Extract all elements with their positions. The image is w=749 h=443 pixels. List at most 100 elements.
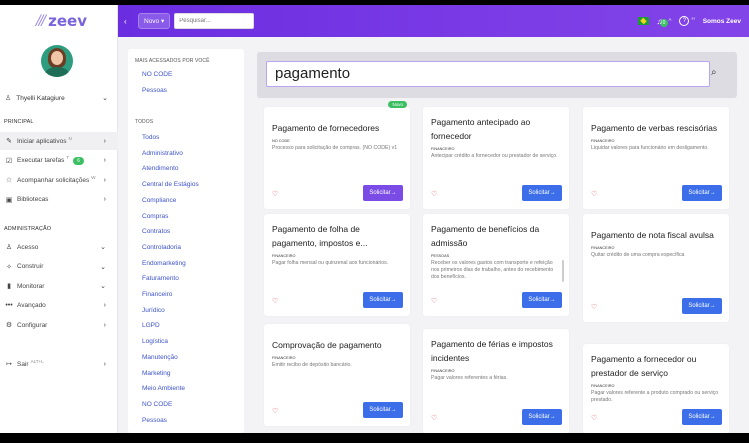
heart-icon[interactable]: ♡ bbox=[431, 297, 437, 305]
topbar: ‹ Novo ▾ ♫0A ?H Somos Zeev bbox=[118, 5, 749, 37]
most-accessed-link[interactable]: NO CODE bbox=[142, 71, 172, 78]
most-accessed-label: MAIS ACESSADOS POR VOCÊ bbox=[135, 58, 210, 64]
bell-icon: ♫ bbox=[656, 16, 663, 26]
sidebar-item-monitorar[interactable]: ▮ Monitorar ⌄ bbox=[0, 277, 118, 295]
chevron-down-icon: ⌄ bbox=[100, 244, 106, 251]
category-link[interactable]: NO CODE bbox=[142, 401, 172, 408]
process-card[interactable]: Pagamento de nota fiscal avulsa FINANCEIR… bbox=[583, 214, 729, 322]
heart-icon[interactable]: ♡ bbox=[591, 190, 597, 198]
category-link[interactable]: Atendimento bbox=[142, 165, 179, 172]
global-search-input[interactable] bbox=[174, 13, 255, 29]
category-link[interactable]: Financeiro bbox=[142, 291, 172, 298]
rocket-icon: ✎ bbox=[6, 138, 12, 145]
chevron-right-icon: › bbox=[103, 302, 106, 309]
notifications[interactable]: ♫0A bbox=[656, 16, 671, 27]
card-title: Comprovação de pagamento bbox=[272, 340, 382, 350]
category-link[interactable]: Jurídico bbox=[142, 307, 165, 314]
solicitar-button[interactable]: Solicitar→ bbox=[682, 185, 722, 201]
all-label: TODOS bbox=[135, 119, 154, 125]
category-link[interactable]: Contratos bbox=[142, 228, 170, 235]
solicitar-button[interactable]: Solicitar→ bbox=[363, 185, 403, 201]
card-title: Pagamento de folha de pagamento, imposto… bbox=[272, 224, 368, 248]
process-card[interactable]: Pagamento antecipado ao fornecedor FINANC… bbox=[423, 107, 569, 209]
logout-button[interactable]: ↦ Sair ALT+L › bbox=[0, 355, 118, 373]
process-card[interactable]: Pagamento de benefícios da admissão PESSO… bbox=[423, 214, 569, 316]
category-link[interactable]: Administrativo bbox=[142, 150, 183, 157]
sidebar-item-acesso[interactable]: ♙ Acesso ⌄ bbox=[0, 238, 118, 256]
avatar[interactable] bbox=[41, 45, 73, 77]
process-card[interactable]: Pagamento de folha de pagamento, imposto… bbox=[264, 214, 410, 316]
card-description: Pagar folha mensal ou quinzenal aos func… bbox=[272, 260, 389, 266]
solicitar-button[interactable]: Solicitar→ bbox=[522, 409, 562, 425]
category-link[interactable]: Todos bbox=[142, 134, 159, 141]
help[interactable]: ? H bbox=[679, 16, 695, 26]
section-admin: ADMINISTRAÇÃO bbox=[4, 226, 52, 232]
card-category: FINANCEIRO bbox=[591, 139, 615, 143]
collapse-sidebar-icon[interactable]: ‹ bbox=[124, 17, 134, 26]
card-title: Pagamento de benefícios da admissão bbox=[431, 224, 540, 248]
sidebar-item-avancado[interactable]: ••• Avançado › bbox=[0, 297, 118, 315]
solicitar-button[interactable]: Solicitar→ bbox=[682, 298, 722, 314]
card-category: FINANCEIRO bbox=[431, 147, 455, 151]
heart-icon[interactable]: ♡ bbox=[272, 190, 278, 198]
solicitar-button[interactable]: Solicitar→ bbox=[363, 292, 403, 308]
category-link[interactable]: Marketing bbox=[142, 370, 171, 377]
sidebar-item-iniciar-aplicativos[interactable]: ✎ Iniciar aplicativos N › bbox=[0, 132, 118, 150]
chevron-down-icon: ⌄ bbox=[102, 95, 108, 102]
heart-icon[interactable]: ♡ bbox=[272, 297, 278, 305]
chevron-right-icon: › bbox=[103, 321, 106, 329]
chevron-right-icon: › bbox=[103, 157, 106, 164]
solicitar-button[interactable]: Solicitar→ bbox=[682, 409, 722, 425]
category-link[interactable]: Compras bbox=[142, 213, 168, 220]
brazil-flag-icon[interactable] bbox=[637, 17, 649, 25]
category-link[interactable]: Controladoria bbox=[142, 244, 181, 251]
process-card[interactable]: Pagamento de férias e impostos incidente… bbox=[423, 329, 569, 433]
new-badge: Novo bbox=[388, 101, 407, 108]
task-count-badge: 6 bbox=[73, 156, 84, 165]
process-card[interactable]: Pagamento a fornecedor ou prestador de s… bbox=[583, 344, 729, 433]
search-input[interactable]: pagamento bbox=[266, 61, 710, 87]
description-scrollbar[interactable] bbox=[562, 260, 564, 282]
most-accessed-link[interactable]: Pessoas bbox=[142, 87, 167, 94]
sidebar-item-executar-tarefas[interactable]: ☑ Executar tarefas T 6 › bbox=[0, 152, 118, 170]
card-description: Emitir recibo de depósito bancário. bbox=[272, 362, 352, 368]
category-link[interactable]: Compliance bbox=[142, 197, 176, 204]
card-description: Pagar valores referentes a férias. bbox=[431, 375, 508, 381]
process-card[interactable]: Novo Pagamento de fornecedores NO CODE Proc… bbox=[264, 101, 410, 209]
app-window: /// zeev ♙ Thyelli Katagiure ⌄ PRINCIPAL… bbox=[0, 5, 749, 433]
category-link[interactable]: Manutenção bbox=[142, 354, 178, 361]
heart-icon[interactable]: ♡ bbox=[272, 407, 278, 415]
search-icon[interactable]: ⌕ bbox=[711, 67, 717, 78]
heart-icon[interactable]: ♡ bbox=[591, 303, 597, 311]
category-link[interactable]: Faturamento bbox=[142, 275, 179, 282]
logout-icon: ↦ bbox=[6, 361, 12, 368]
category-link[interactable]: Endomarketing bbox=[142, 260, 186, 267]
heart-icon[interactable]: ♡ bbox=[591, 414, 597, 422]
category-link[interactable]: Pessoas bbox=[142, 417, 167, 424]
category-link[interactable]: LGPD bbox=[142, 322, 160, 329]
sidebar-item-acompanhar-solicitacoes[interactable]: ☆ Acompanhar solicitações W › bbox=[0, 171, 118, 189]
heart-icon[interactable]: ♡ bbox=[431, 190, 437, 198]
card-title: Pagamento de verbas rescisórias bbox=[591, 123, 718, 133]
novo-button[interactable]: Novo ▾ bbox=[138, 13, 171, 29]
sidebar: /// zeev ♙ Thyelli Katagiure ⌄ PRINCIPAL… bbox=[0, 5, 118, 433]
category-link[interactable]: Logística bbox=[142, 338, 168, 345]
category-link[interactable]: Meio Ambiente bbox=[142, 385, 185, 392]
sidebar-item-configurar[interactable]: ⚙ Configurar › bbox=[0, 316, 118, 334]
card-description: Liquidar valores para funcionário em des… bbox=[591, 145, 709, 151]
sidebar-item-construir[interactable]: ✧ Construir ⌄ bbox=[0, 258, 118, 276]
logo[interactable]: /// zeev bbox=[0, 5, 117, 37]
user-menu[interactable]: ♙ Thyelli Katagiure ⌄ bbox=[0, 91, 118, 105]
solicitar-button[interactable]: Solicitar→ bbox=[522, 292, 562, 308]
category-link[interactable]: Central de Estágios bbox=[142, 181, 199, 188]
help-icon: ? bbox=[679, 16, 690, 26]
card-category: FINANCEIRO bbox=[272, 356, 296, 360]
heart-icon[interactable]: ♡ bbox=[431, 414, 437, 422]
solicitar-button[interactable]: Solicitar→ bbox=[522, 185, 562, 201]
card-category: PESSOAS bbox=[431, 254, 450, 258]
sidebar-item-bibliotecas[interactable]: ▣ Bibliotecas › bbox=[0, 191, 118, 209]
org-name[interactable]: Somos Zeev bbox=[703, 18, 741, 25]
process-card[interactable]: Pagamento de verbas rescisórias FINANCEIR… bbox=[583, 107, 729, 209]
solicitar-button[interactable]: Solicitar→ bbox=[363, 402, 403, 418]
process-card[interactable]: Comprovação de pagamento FINANCEIRO Emitir… bbox=[264, 324, 410, 426]
